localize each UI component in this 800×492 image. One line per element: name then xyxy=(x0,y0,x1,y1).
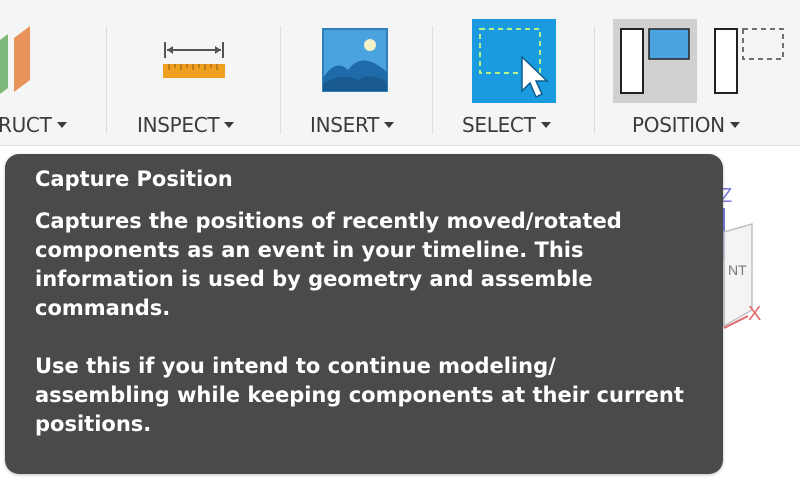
tooltip-title: Capture Position xyxy=(35,167,233,191)
chevron-down-icon xyxy=(384,122,395,128)
toolbar: RUCT INSPECT INSERT SELECT POSITION xyxy=(0,0,800,146)
capture-position-button[interactable] xyxy=(613,19,697,103)
insert-dropdown[interactable]: INSERT xyxy=(310,113,395,137)
position-group[interactable]: POSITION xyxy=(595,0,800,146)
capture-position-icon xyxy=(620,28,690,94)
viewcube-face-label: NT xyxy=(728,262,747,278)
select-label: SELECT xyxy=(462,113,536,137)
position-dropdown[interactable]: POSITION xyxy=(632,114,740,136)
construct-label: RUCT xyxy=(0,113,52,137)
tooltip-description: Captures the positions of recently moved… xyxy=(35,209,622,320)
select-dropdown[interactable]: SELECT xyxy=(462,114,551,136)
tooltip-usage-note: Use this if you intend to continue model… xyxy=(35,354,684,436)
revert-position-icon xyxy=(714,28,784,94)
construct-group[interactable]: RUCT xyxy=(0,0,105,146)
ruler-measure-icon xyxy=(163,42,225,78)
chevron-down-icon xyxy=(56,122,67,128)
inspect-group[interactable]: INSPECT xyxy=(107,0,279,146)
select-window-cursor-icon xyxy=(472,19,556,103)
insert-group[interactable]: INSERT xyxy=(281,0,431,146)
revert-position-button[interactable] xyxy=(707,19,787,103)
position-label: POSITION xyxy=(632,113,725,137)
inspect-dropdown[interactable]: INSPECT xyxy=(137,113,235,137)
capture-position-tooltip: Capture Position Captures the positions … xyxy=(5,154,723,474)
chevron-down-icon xyxy=(540,122,551,128)
axis-x-label: X xyxy=(748,303,761,325)
select-group[interactable]: SELECT xyxy=(433,0,593,146)
chevron-down-icon xyxy=(224,122,235,128)
inspect-label: INSPECT xyxy=(137,113,220,137)
construct-dropdown[interactable]: RUCT xyxy=(0,114,67,136)
construct-planes-icon xyxy=(0,26,30,94)
insert-label: INSERT xyxy=(310,113,380,137)
chevron-down-icon xyxy=(729,122,740,128)
image-landscape-icon xyxy=(322,28,388,92)
